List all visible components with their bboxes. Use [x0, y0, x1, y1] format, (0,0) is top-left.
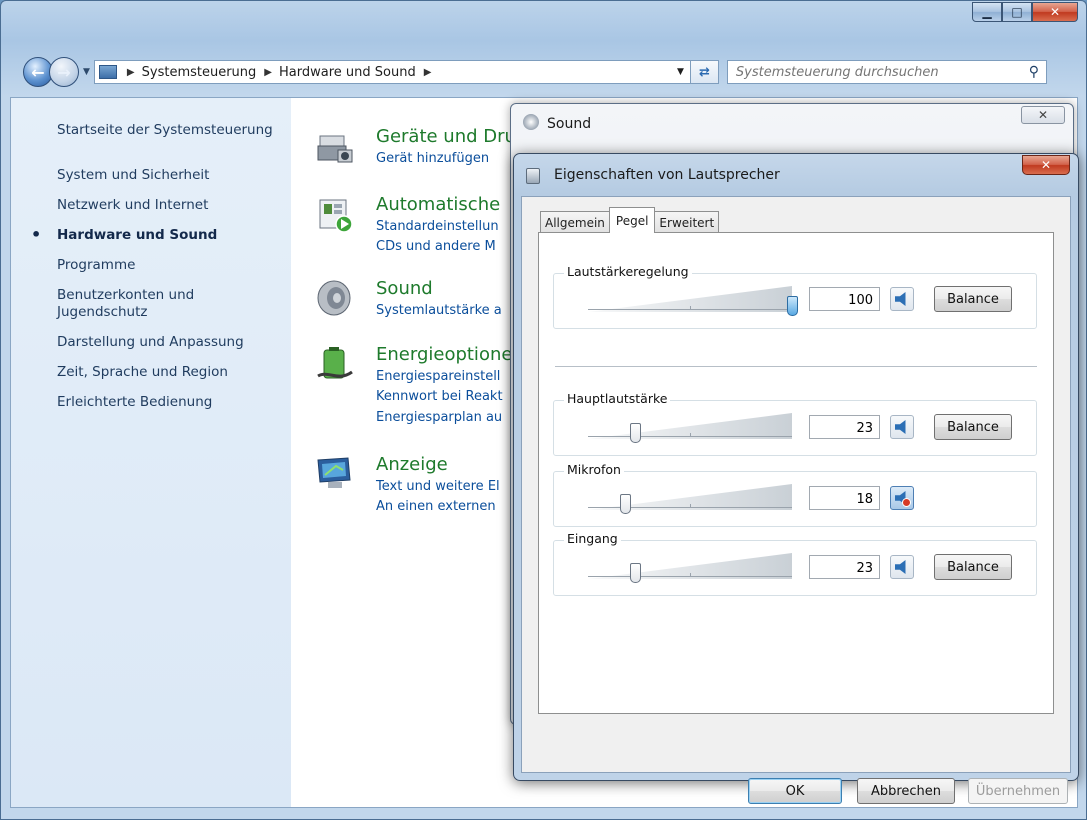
- level-group-lautstaerkeregelung: Lautstärkeregelung Balance: [553, 264, 1037, 329]
- minimize-button[interactable]: ▁: [972, 2, 1002, 22]
- search-icon[interactable]: ⚲: [1022, 64, 1046, 80]
- level-group-mikrofon: Mikrofon: [553, 462, 1037, 527]
- category-title[interactable]: Energieoptione: [376, 344, 512, 365]
- navigation-bar: ← → ▼ ▶ Systemsteuerung ▶ Hardware und S…: [23, 57, 1076, 87]
- separator: [555, 366, 1037, 367]
- close-button[interactable]: ✕: [1032, 2, 1078, 22]
- level-label: Mikrofon: [564, 462, 624, 477]
- category-link[interactable]: Energiespareinstell: [376, 369, 500, 384]
- sidebar-item-clock-region[interactable]: Zeit, Sprache und Region: [57, 364, 291, 381]
- mute-button[interactable]: [890, 287, 914, 311]
- volume-value-field[interactable]: [809, 415, 880, 439]
- sidebar-item-programs[interactable]: Programme: [57, 257, 291, 274]
- mute-button[interactable]: [890, 415, 914, 439]
- cancel-button[interactable]: Abbrechen: [857, 778, 955, 804]
- breadcrumb-systemsteuerung[interactable]: Systemsteuerung: [142, 65, 257, 80]
- chevron-right-icon[interactable]: ▶: [424, 67, 432, 78]
- sidebar-item-hardware-sound[interactable]: Hardware und Sound: [31, 226, 291, 244]
- category-link[interactable]: Text und weitere El: [376, 479, 500, 494]
- speaker-properties-dialog: Eigenschaften von Lautsprecher ✕ Allgeme…: [513, 153, 1079, 804]
- level-label: Hauptlautstärke: [564, 391, 671, 406]
- volume-slider[interactable]: [588, 413, 792, 443]
- tab-erweitert[interactable]: Erweitert: [654, 211, 720, 233]
- breadcrumb-hardware-und-sound[interactable]: Hardware und Sound: [279, 65, 416, 80]
- slider-thumb[interactable]: [629, 423, 641, 443]
- category-title[interactable]: Automatische: [376, 194, 500, 215]
- sound-close-button[interactable]: ✕: [1021, 106, 1065, 124]
- category-link[interactable]: CDs und andere M: [376, 239, 496, 254]
- printer-camera-icon: [317, 135, 353, 163]
- maximize-button[interactable]: □: [1002, 2, 1032, 22]
- volume-slider[interactable]: [588, 484, 792, 514]
- category-link[interactable]: Kennwort bei Reakt: [376, 389, 503, 404]
- mute-button[interactable]: [890, 486, 914, 510]
- forward-button[interactable]: →: [49, 57, 79, 87]
- autoplay-icon: [319, 199, 353, 233]
- properties-tabs: Allgemein Pegel Erweitert: [540, 207, 720, 233]
- address-bar[interactable]: ▶ Systemsteuerung ▶ Hardware und Sound ▶…: [93, 60, 691, 84]
- volume-slider[interactable]: [588, 553, 792, 583]
- control-panel-icon: [98, 65, 117, 79]
- sidebar-item-home[interactable]: Startseite der Systemsteuerung: [57, 122, 291, 139]
- apply-button[interactable]: Übernehmen: [968, 778, 1068, 804]
- sound-dialog-title: Sound: [547, 116, 592, 132]
- category-link[interactable]: Energiesparplan au: [376, 410, 502, 425]
- sidebar-item-network-internet[interactable]: Netzwerk und Internet: [57, 197, 291, 214]
- speaker-icon: [317, 280, 351, 316]
- sidebar-item-system-security[interactable]: System und Sicherheit: [57, 167, 291, 184]
- speaker-device-icon: [526, 168, 540, 184]
- properties-close-button[interactable]: ✕: [1022, 155, 1070, 175]
- battery-icon: [317, 347, 353, 379]
- speaker-icon: [895, 560, 906, 574]
- tab-pegel[interactable]: Pegel: [608, 207, 656, 233]
- category-link[interactable]: Standardeinstellun: [376, 219, 499, 234]
- search-box[interactable]: ⚲: [726, 60, 1047, 84]
- speaker-icon: [895, 420, 906, 434]
- refresh-button[interactable]: ⇄: [690, 60, 719, 84]
- mute-indicator-icon: [902, 498, 911, 507]
- mute-button[interactable]: [890, 555, 914, 579]
- sound-icon: [523, 114, 539, 130]
- levels-panel: Lautstärkeregelung Balance Hauptlautstär…: [538, 232, 1054, 714]
- speaker-icon: [895, 292, 906, 306]
- slider-thumb[interactable]: [629, 563, 641, 583]
- properties-body: Allgemein Pegel Erweitert Lautstärkerege…: [521, 196, 1071, 804]
- level-group-eingang: Eingang Balance: [553, 531, 1037, 596]
- sidebar-item-user-accounts[interactable]: Benutzerkonten und Jugendschutz: [57, 287, 277, 321]
- sidebar: Startseite der Systemsteuerung System un…: [11, 98, 291, 807]
- category-link[interactable]: Gerät hinzufügen: [376, 151, 489, 166]
- slider-thumb[interactable]: [619, 494, 631, 514]
- category-title[interactable]: Anzeige: [376, 454, 448, 475]
- sidebar-item-appearance[interactable]: Darstellung und Anpassung: [57, 334, 291, 351]
- category-title[interactable]: Sound: [376, 278, 433, 299]
- properties-dialog-title: Eigenschaften von Lautsprecher: [554, 167, 780, 183]
- monitor-icon: [317, 457, 351, 488]
- history-dropdown-icon[interactable]: ▼: [83, 67, 90, 77]
- volume-slider[interactable]: [588, 286, 798, 316]
- tab-allgemein[interactable]: Allgemein: [540, 211, 610, 233]
- chevron-right-icon[interactable]: ▶: [264, 67, 272, 78]
- chevron-right-icon[interactable]: ▶: [127, 67, 135, 78]
- volume-value-field[interactable]: [809, 486, 880, 510]
- volume-value-field[interactable]: [809, 287, 880, 311]
- level-label: Lautstärkeregelung: [564, 264, 692, 279]
- volume-value-field[interactable]: [809, 555, 880, 579]
- category-link[interactable]: An einen externen: [376, 499, 496, 514]
- level-group-hauptlautstaerke: Hauptlautstärke Balance: [553, 391, 1037, 456]
- sidebar-item-ease-of-access[interactable]: Erleichterte Bedienung: [57, 394, 291, 411]
- search-input[interactable]: [735, 64, 1022, 80]
- balance-button[interactable]: Balance: [934, 414, 1012, 440]
- window-controls: ▁ □ ✕: [972, 2, 1078, 22]
- category-title[interactable]: Geräte und Dru: [376, 126, 516, 147]
- address-dropdown-icon[interactable]: ▼: [677, 67, 684, 77]
- balance-button[interactable]: Balance: [934, 554, 1012, 580]
- slider-thumb[interactable]: [787, 296, 798, 316]
- level-label: Eingang: [564, 531, 621, 546]
- category-link[interactable]: Systemlautstärke a: [376, 303, 502, 318]
- ok-button[interactable]: OK: [748, 778, 842, 804]
- balance-button[interactable]: Balance: [934, 286, 1012, 312]
